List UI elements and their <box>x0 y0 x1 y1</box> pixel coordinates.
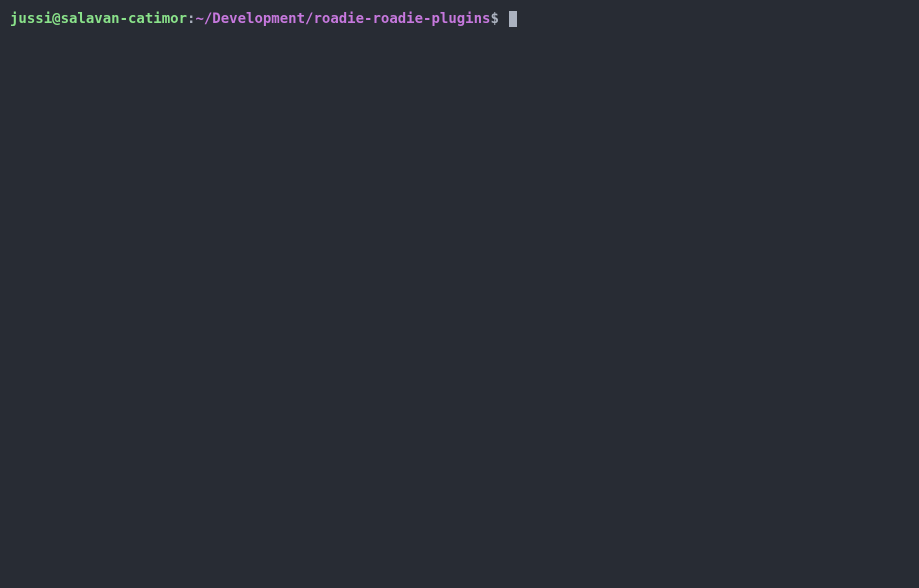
prompt-separator: : <box>187 10 195 28</box>
terminal-prompt-line: jussi@salavan-catimor:~/Development/road… <box>10 10 909 28</box>
prompt-path: ~/Development/roadie-roadie-plugins <box>195 10 490 28</box>
cursor-icon <box>509 11 517 27</box>
command-input[interactable] <box>499 11 501 27</box>
prompt-user-host: jussi@salavan-catimor <box>10 10 187 28</box>
prompt-dollar: $ <box>490 10 498 28</box>
